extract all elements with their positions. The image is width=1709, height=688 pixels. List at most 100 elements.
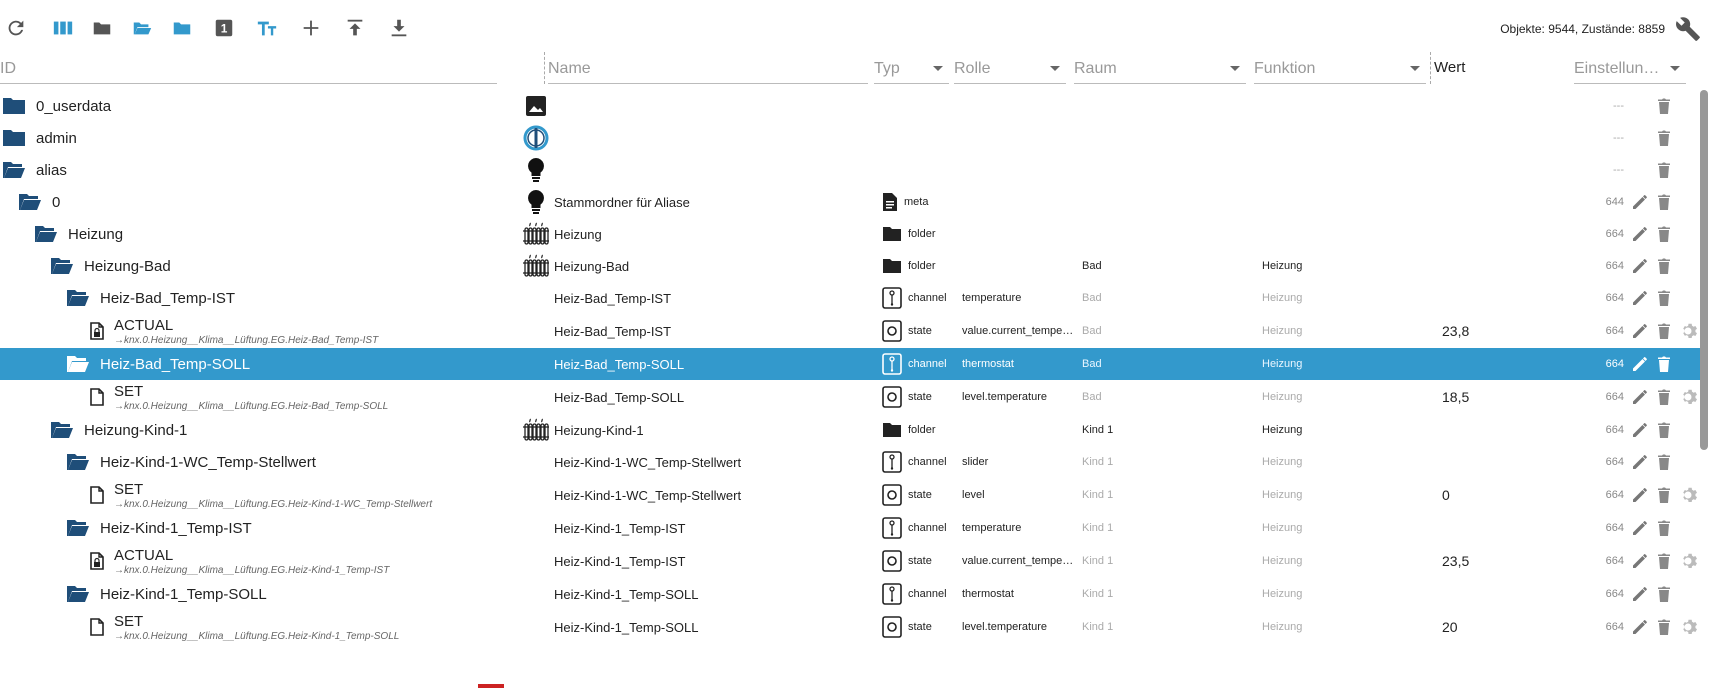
- acl-value[interactable]: 664: [1588, 282, 1624, 314]
- object-id[interactable]: alias: [36, 154, 515, 186]
- object-name[interactable]: Heiz-Kind-1-WC_Temp-Stellwert: [554, 478, 872, 512]
- edit-button[interactable]: [1630, 314, 1652, 348]
- object-id[interactable]: SET →knx.0.Heizung__Klima__Lüftung.EG.Hei…: [114, 478, 515, 512]
- raum-filter-select[interactable]: Raum: [1074, 52, 1246, 84]
- object-value[interactable]: [1442, 250, 1552, 282]
- object-id[interactable]: Heiz-Kind-1_Temp-SOLL: [100, 578, 515, 610]
- edit-button[interactable]: [1630, 218, 1652, 250]
- object-id[interactable]: Heiz-Bad_Temp-IST: [100, 282, 515, 314]
- folder-icon[interactable]: [34, 218, 64, 250]
- acl-value[interactable]: 644: [1588, 186, 1624, 218]
- object-function[interactable]: Heizung: [1262, 414, 1422, 446]
- object-name[interactable]: Stammordner für Aliase: [554, 186, 872, 218]
- edit-button[interactable]: [1630, 512, 1652, 544]
- object-room[interactable]: Bad: [1082, 348, 1242, 380]
- object-room[interactable]: [1082, 90, 1242, 122]
- object-role[interactable]: value.current_tempe…: [962, 314, 1080, 348]
- delete-button[interactable]: [1654, 186, 1676, 218]
- object-function[interactable]: Heizung: [1262, 380, 1422, 414]
- tree-row[interactable]: Heiz-Bad_Temp-IST Heiz-Bad_Temp-IST channe…: [0, 282, 1700, 314]
- add-icon[interactable]: [299, 16, 323, 40]
- object-room[interactable]: [1082, 186, 1242, 218]
- object-value[interactable]: 23,8: [1442, 314, 1552, 348]
- object-value[interactable]: [1442, 282, 1552, 314]
- object-value[interactable]: [1442, 512, 1552, 544]
- delete-button[interactable]: [1654, 90, 1676, 122]
- object-function[interactable]: [1262, 218, 1422, 250]
- object-id[interactable]: SET →knx.0.Heizung__Klima__Lüftung.EG.Hei…: [114, 380, 515, 414]
- object-role[interactable]: value.current_tempe…: [962, 544, 1080, 578]
- acl-value[interactable]: 664: [1588, 218, 1624, 250]
- delete-button[interactable]: [1654, 610, 1676, 644]
- delete-button[interactable]: [1654, 154, 1676, 186]
- object-role[interactable]: [962, 414, 1080, 446]
- object-id[interactable]: Heiz-Kind-1-WC_Temp-Stellwert: [100, 446, 515, 478]
- object-name[interactable]: Heizung: [554, 218, 872, 250]
- tree-row[interactable]: 0 Stammordner für Aliase meta 644: [0, 186, 1700, 218]
- folder-icon[interactable]: [90, 16, 114, 40]
- folder-icon[interactable]: [2, 90, 32, 122]
- tree-row[interactable]: Heiz-Kind-1-WC_Temp-Stellwert Heiz-Kind-1…: [0, 446, 1700, 478]
- object-role[interactable]: thermostat: [962, 578, 1080, 610]
- object-name[interactable]: Heiz-Bad_Temp-SOLL: [554, 380, 872, 414]
- tree-row[interactable]: alias ---: [0, 154, 1700, 186]
- object-value[interactable]: [1442, 414, 1552, 446]
- object-function[interactable]: Heizung: [1262, 544, 1422, 578]
- object-role[interactable]: temperature: [962, 512, 1080, 544]
- acl-value[interactable]: 664: [1588, 250, 1624, 282]
- edit-button[interactable]: [1630, 544, 1652, 578]
- delete-button[interactable]: [1654, 282, 1676, 314]
- object-function[interactable]: Heizung: [1262, 314, 1422, 348]
- delete-button[interactable]: [1654, 414, 1676, 446]
- delete-button[interactable]: [1654, 218, 1676, 250]
- object-value[interactable]: 0: [1442, 478, 1552, 512]
- object-id[interactable]: 0_userdata: [36, 90, 515, 122]
- column-resize-handle[interactable]: [1430, 52, 1431, 84]
- object-role[interactable]: [962, 186, 1080, 218]
- object-role[interactable]: [962, 250, 1080, 282]
- edit-button[interactable]: [1630, 186, 1652, 218]
- tree-row[interactable]: Heizung-Kind-1 Heizung-Kind-1 folder Kind 1…: [0, 414, 1700, 446]
- upload-icon[interactable]: [343, 16, 367, 40]
- folder-icon[interactable]: [66, 512, 96, 544]
- object-role[interactable]: [962, 90, 1080, 122]
- acl-value[interactable]: 664: [1588, 610, 1624, 644]
- object-function[interactable]: [1262, 90, 1422, 122]
- object-id[interactable]: admin: [36, 122, 515, 154]
- object-name[interactable]: Heizung-Bad: [554, 250, 872, 282]
- folder-icon[interactable]: [50, 250, 80, 282]
- folder-icon[interactable]: [2, 154, 32, 186]
- object-role[interactable]: temperature: [962, 282, 1080, 314]
- custom-settings-button[interactable]: [1678, 314, 1700, 348]
- object-function[interactable]: [1262, 122, 1422, 154]
- object-role[interactable]: slider: [962, 446, 1080, 478]
- object-id[interactable]: ACTUAL →knx.0.Heizung__Klima__Lüftung.EG.…: [114, 544, 515, 578]
- object-value[interactable]: 23,5: [1442, 544, 1552, 578]
- delete-button[interactable]: [1654, 446, 1676, 478]
- delete-button[interactable]: [1654, 380, 1676, 414]
- object-name[interactable]: Heiz-Kind-1_Temp-IST: [554, 512, 872, 544]
- text-size-icon[interactable]: [255, 16, 279, 40]
- einstellungen-filter-select[interactable]: Einstellun…: [1574, 52, 1686, 84]
- object-value[interactable]: [1442, 154, 1552, 186]
- object-value[interactable]: [1442, 578, 1552, 610]
- tree-row[interactable]: SET →knx.0.Heizung__Klima__Lüftung.EG.Hei…: [0, 380, 1700, 414]
- object-room[interactable]: [1082, 122, 1242, 154]
- object-room[interactable]: Bad: [1082, 314, 1242, 348]
- object-id[interactable]: SET →knx.0.Heizung__Klima__Lüftung.EG.Hei…: [114, 610, 515, 644]
- delete-button[interactable]: [1654, 250, 1676, 282]
- object-value[interactable]: [1442, 348, 1552, 380]
- acl-value[interactable]: 664: [1588, 314, 1624, 348]
- folder-open-icon[interactable]: [130, 16, 154, 40]
- download-icon[interactable]: [387, 16, 411, 40]
- edit-button[interactable]: [1630, 478, 1652, 512]
- edit-button[interactable]: [1630, 414, 1652, 446]
- object-name[interactable]: Heiz-Bad_Temp-SOLL: [554, 348, 872, 380]
- acl-value[interactable]: 664: [1588, 348, 1624, 380]
- delete-button[interactable]: [1654, 314, 1676, 348]
- tree-row[interactable]: ACTUAL →knx.0.Heizung__Klima__Lüftung.EG.…: [0, 544, 1700, 578]
- edit-button[interactable]: [1630, 610, 1652, 644]
- tree-row[interactable]: SET →knx.0.Heizung__Klima__Lüftung.EG.Hei…: [0, 478, 1700, 512]
- object-id[interactable]: ACTUAL →knx.0.Heizung__Klima__Lüftung.EG.…: [114, 314, 515, 348]
- edit-button[interactable]: [1630, 282, 1652, 314]
